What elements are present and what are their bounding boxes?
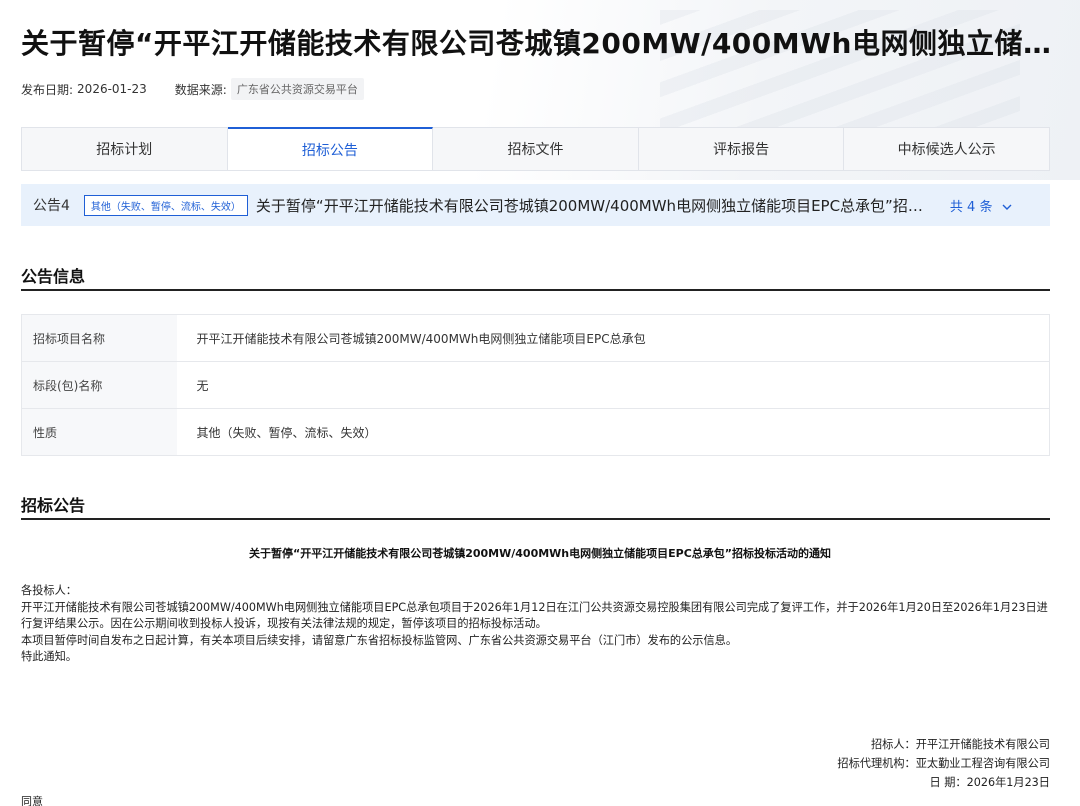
salutation: 各投标人： [21,584,77,597]
source-tag: 广东省公共资源交易平台 [230,78,364,100]
tab-bid-documents[interactable]: 招标文件 [433,128,639,170]
table-row: 性质 其他（失败、暂停、流标、失效） [21,408,1050,456]
tab-bid-plan[interactable]: 招标计划 [22,128,228,170]
notice-selector[interactable]: 公告4 其他（失败、暂停、流标、失效） 关于暂停“开平江开储能技术有限公司苍城镇… [21,184,1050,226]
info-section-title: 公告信息 [21,267,86,286]
tab-evaluation-report[interactable]: 评标报告 [639,128,845,170]
announcement-section-title: 招标公告 [21,496,86,515]
signature-tenderer: 招标人：开平江开储能技术有限公司 [870,738,1050,751]
info-table: 招标项目名称 开平江开储能技术有限公司苍城镇200MW/400MWh电网侧独立储… [21,314,1050,456]
row-label: 招标项目名称 [21,314,177,362]
tab-bar: 招标计划 招标公告 招标文件 评标报告 中标候选人公示 [21,127,1050,171]
notice-count[interactable]: 共 4 条 [950,196,993,215]
page-title: 关于暂停“开平江开储能技术有限公司苍城镇200MW/400MWh电网侧独立储能项… [21,27,1061,60]
publish-date: 2026-01-23 [77,82,147,96]
section-divider [21,289,1050,291]
row-label: 性质 [21,408,177,456]
row-value: 开平江开储能技术有限公司苍城镇200MW/400MWh电网侧独立储能项目EPC总… [176,314,1050,362]
document-heading: 关于暂停“开平江开储能技术有限公司苍城镇200MW/400MWh电网侧独立储能项… [248,547,832,560]
table-row: 标段(包)名称 无 [21,361,1050,409]
source-label: 数据来源: [174,82,227,97]
row-value: 无 [176,361,1050,409]
meta-row: 发布日期: 2026-01-23 数据来源: 广东省公共资源交易平台 [21,78,364,100]
footer-note: 同意 [21,795,43,806]
publish-label: 发布日期: [21,82,74,97]
notice-number: 公告4 [33,198,70,214]
signature-date: 日 期：2026年1月23日 [929,776,1050,789]
tab-winning-candidates[interactable]: 中标候选人公示 [844,128,1049,170]
signature-agency: 招标代理机构：亚太勤业工程咨询有限公司 [837,757,1050,770]
row-label: 标段(包)名称 [21,361,177,409]
tab-bid-announcement[interactable]: 招标公告 [227,127,434,170]
body-paragraph: 开平江开储能技术有限公司苍城镇200MW/400MWh电网侧独立储能项目EPC总… [21,600,1048,631]
table-row: 招标项目名称 开平江开储能技术有限公司苍城镇200MW/400MWh电网侧独立储… [21,314,1050,362]
section-divider [21,518,1050,520]
notice-title[interactable]: 关于暂停“开平江开储能技术有限公司苍城镇200MW/400MWh电网侧独立储能项… [256,195,936,216]
body-paragraph: 特此通知。 [21,650,77,663]
notice-type-badge: 其他（失败、暂停、流标、失效） [83,194,248,216]
row-value: 其他（失败、暂停、流标、失效） [176,408,1050,456]
body-paragraph: 本项目暂停时间自发布之日起计算，有关本项目后续安排，请留意广东省招标投标监管网、… [21,633,738,647]
chevron-down-icon[interactable] [1002,200,1012,210]
document-body: 各投标人： 开平江开储能技术有限公司苍城镇200MW/400MWh电网侧独立储能… [21,583,1051,666]
